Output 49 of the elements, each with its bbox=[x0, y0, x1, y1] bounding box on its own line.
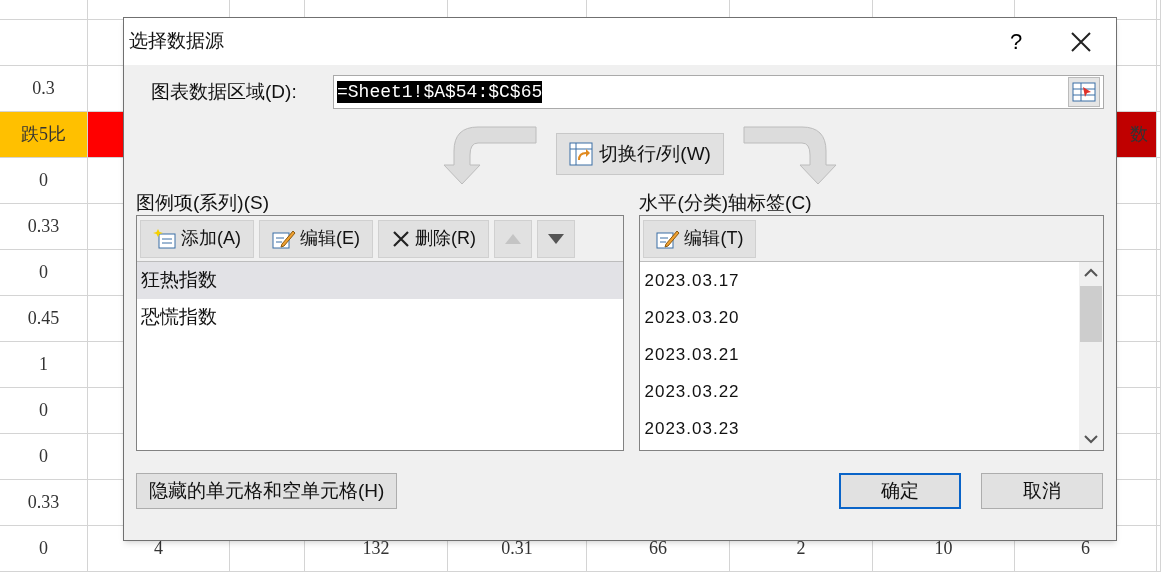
toolbar-button[interactable]: 编辑(T) bbox=[643, 219, 757, 258]
cell-value: 跌5比 bbox=[21, 123, 66, 146]
cell-value: 0.33 bbox=[27, 491, 60, 514]
cell-value: 0 bbox=[39, 261, 48, 284]
cell-value: 2 bbox=[796, 537, 806, 560]
move-down-button[interactable] bbox=[537, 219, 575, 258]
toolbar-button[interactable]: 删除(R) bbox=[378, 219, 489, 258]
up-arrow-icon bbox=[505, 233, 521, 244]
series-item[interactable]: 狂热指数 bbox=[137, 262, 624, 299]
cell-value: 132 bbox=[362, 537, 390, 560]
help-button[interactable]: ? bbox=[996, 25, 1036, 58]
dialog-button[interactable]: 确定 bbox=[839, 473, 961, 509]
scroll-up-icon[interactable] bbox=[1084, 268, 1098, 278]
table-swap-icon bbox=[569, 142, 594, 166]
cell-value: 66 bbox=[649, 537, 667, 560]
axis-label-item[interactable]: 2023.03.17 bbox=[644, 262, 1079, 299]
cell-value: 0.3 bbox=[32, 77, 55, 100]
axis-labels-label: 水平(分类)轴标签(C) bbox=[639, 191, 813, 215]
range-picker-button[interactable] bbox=[1068, 77, 1100, 107]
toolbar-button[interactable]: 编辑(E) bbox=[259, 219, 373, 258]
hidden-cells-button[interactable]: 隐藏的单元格和空单元格(H) bbox=[136, 473, 398, 509]
toolbar-button[interactable]: 添加(A) bbox=[140, 219, 254, 258]
series-label: 图例项(系列)(S) bbox=[136, 191, 270, 215]
axis-label-item[interactable]: 2023.03.22 bbox=[644, 373, 1079, 410]
scroll-down-icon[interactable] bbox=[1084, 434, 1098, 444]
data-range-field[interactable]: =Sheet1!$A$54:$C$65 bbox=[333, 75, 1104, 109]
add-icon bbox=[153, 227, 177, 250]
cell-value: 0.33 bbox=[27, 215, 60, 238]
cell-value: 6 bbox=[1081, 537, 1090, 560]
dialog-button[interactable]: 取消 bbox=[981, 473, 1103, 509]
axis-label-item[interactable]: 2023.03.21 bbox=[644, 336, 1079, 373]
window-title: 选择数据源 bbox=[129, 29, 225, 54]
cell-value: 0 bbox=[39, 399, 48, 422]
data-range-label: 图表数据区域(D): bbox=[151, 79, 298, 104]
cell-value: 0.31 bbox=[501, 537, 533, 560]
down-arrow-icon bbox=[548, 233, 564, 244]
cell-value: 1 bbox=[39, 353, 48, 376]
cell-value: 0 bbox=[39, 169, 48, 192]
switch-row-column-button[interactable]: 切换行/列(W) bbox=[556, 133, 724, 175]
close-icon bbox=[391, 228, 411, 249]
axis-label-item[interactable]: 2023.03.20 bbox=[644, 299, 1079, 336]
scrollbar[interactable] bbox=[1079, 262, 1103, 450]
cell-value: 0 bbox=[39, 537, 48, 560]
cell-value: 0.45 bbox=[27, 307, 60, 330]
cell-value: 4 bbox=[154, 537, 163, 560]
axis-label-item[interactable]: 2023.03.23 bbox=[644, 410, 1079, 447]
cell-value: 0 bbox=[39, 445, 48, 468]
cell-value: 数 bbox=[1130, 123, 1148, 146]
cell-value: 10 bbox=[934, 537, 953, 560]
